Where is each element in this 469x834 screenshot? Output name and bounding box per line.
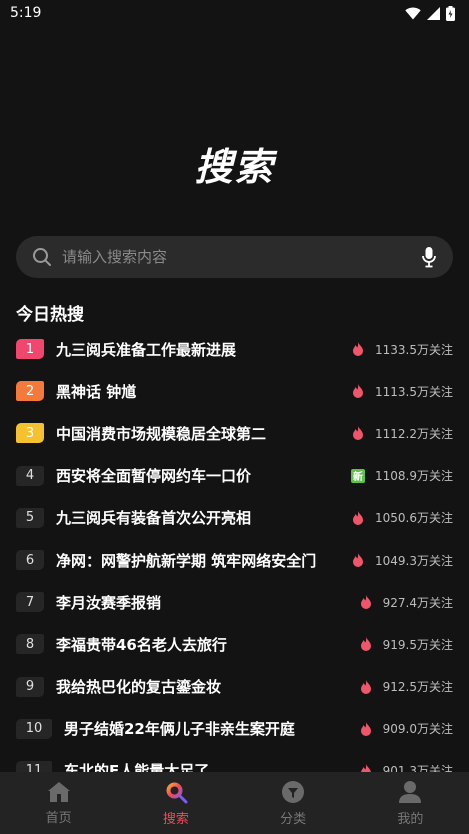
heat-count: 927.4万关注 <box>382 595 453 610</box>
hot-search-item[interactable]: 9 我给热巴化的复古鎏金妆 912.5万关注 <box>0 666 469 708</box>
search-input[interactable] <box>62 248 421 266</box>
fire-icon <box>359 595 373 610</box>
signal-icon <box>427 6 440 20</box>
hot-search-title: 净网：网警护航新学期 筑牢网络安全门 <box>56 551 317 570</box>
section-title-hot-search: 今日热搜 <box>16 305 84 325</box>
status-time: 5:19 <box>10 5 42 21</box>
bottom-tab-bar: 首页 搜索 分类 我的 <box>0 772 469 834</box>
hot-search-title: 我给热巴化的复古鎏金妆 <box>56 678 222 697</box>
hot-search-item[interactable]: 8 李福贵带46名老人去旅行 919.5万关注 <box>0 623 469 665</box>
tab-label: 首页 <box>45 810 72 826</box>
search-tab-icon <box>166 782 188 803</box>
heat-count: 1049.3万关注 <box>375 553 453 568</box>
fire-icon <box>351 553 365 568</box>
heat-count: 909.0万关注 <box>382 722 453 737</box>
hot-search-item[interactable]: 6 净网：网警护航新学期 筑牢网络安全门 1049.3万关注 <box>0 539 469 581</box>
hot-search-item[interactable]: 1 九三阅兵准备工作最新进展 1133.5万关注 <box>0 328 469 370</box>
page-title: 搜索 <box>194 145 275 189</box>
heat-count: 1133.5万关注 <box>375 342 453 357</box>
rank-badge: 9 <box>16 676 44 697</box>
fire-icon <box>359 721 373 736</box>
tab-profile[interactable]: 我的 <box>352 772 469 834</box>
rank-badge: 2 <box>16 381 44 402</box>
wifi-icon <box>405 6 421 20</box>
hot-search-item[interactable]: 4 西安将全面暂停网约车一口价 新 1108.9万关注 <box>0 455 469 497</box>
fire-icon <box>351 426 365 441</box>
heat-count: 1108.9万关注 <box>375 469 453 484</box>
hot-search-title: 男子结婚22年俩儿子非亲生案开庭 <box>64 720 295 739</box>
rank-badge: 8 <box>16 634 44 655</box>
search-bar[interactable] <box>16 236 453 278</box>
hot-search-item[interactable]: 10 男子结婚22年俩儿子非亲生案开庭 909.0万关注 <box>0 708 469 750</box>
tab-label: 分类 <box>280 811 307 827</box>
hot-search-item[interactable]: 3 中国消费市场规模稳居全球第二 1112.2万关注 <box>0 412 469 454</box>
rank-badge: 10 <box>16 718 52 739</box>
fire-icon <box>351 510 365 525</box>
tab-category[interactable]: 分类 <box>235 772 352 834</box>
tab-label: 搜索 <box>162 811 189 827</box>
fire-icon <box>359 637 373 652</box>
rank-badge: 4 <box>16 465 44 486</box>
rank-badge: 3 <box>16 423 44 444</box>
hot-search-list: 1 九三阅兵准备工作最新进展 1133.5万关注 2 黑神话 钟馗 1113.5… <box>0 328 469 792</box>
hot-search-title: 中国消费市场规模稳居全球第二 <box>56 424 267 443</box>
hot-search-title: 李福贵带46名老人去旅行 <box>56 635 227 654</box>
fire-icon <box>351 342 365 357</box>
new-badge-icon: 新 <box>351 468 365 483</box>
hot-search-item[interactable]: 2 黑神话 钟馗 1113.5万关注 <box>0 370 469 412</box>
hot-search-title: 李月汝赛季报销 <box>56 593 162 612</box>
microphone-icon[interactable] <box>421 246 437 268</box>
heat-count: 919.5万关注 <box>382 637 453 652</box>
heat-count: 1112.2万关注 <box>375 426 453 441</box>
hot-search-title: 九三阅兵有装备首次公开亮相 <box>56 509 252 528</box>
rank-badge: 1 <box>16 339 44 360</box>
rank-badge: 5 <box>16 507 44 528</box>
tab-search[interactable]: 搜索 <box>117 772 234 834</box>
heat-count: 1050.6万关注 <box>375 511 453 526</box>
search-icon <box>33 248 51 266</box>
hot-search-title: 西安将全面暂停网约车一口价 <box>56 467 252 486</box>
hot-search-title: 黑神话 钟馗 <box>56 382 137 401</box>
fire-icon <box>351 384 365 399</box>
rank-badge: 7 <box>16 592 44 613</box>
home-icon <box>47 781 70 802</box>
battery-icon <box>446 5 455 21</box>
tab-home[interactable]: 首页 <box>0 772 117 834</box>
category-icon <box>282 780 305 803</box>
tab-label: 我的 <box>397 811 424 827</box>
heat-count: 912.5万关注 <box>382 680 453 695</box>
hot-search-item[interactable]: 7 李月汝赛季报销 927.4万关注 <box>0 581 469 623</box>
status-bar: 5:19 <box>0 0 469 26</box>
hot-search-item[interactable]: 5 九三阅兵有装备首次公开亮相 1050.6万关注 <box>0 497 469 539</box>
heat-count: 1113.5万关注 <box>375 384 453 399</box>
rank-badge: 6 <box>16 550 44 571</box>
profile-icon <box>399 780 422 803</box>
hot-search-title: 九三阅兵准备工作最新进展 <box>56 340 237 359</box>
fire-icon <box>359 679 373 694</box>
